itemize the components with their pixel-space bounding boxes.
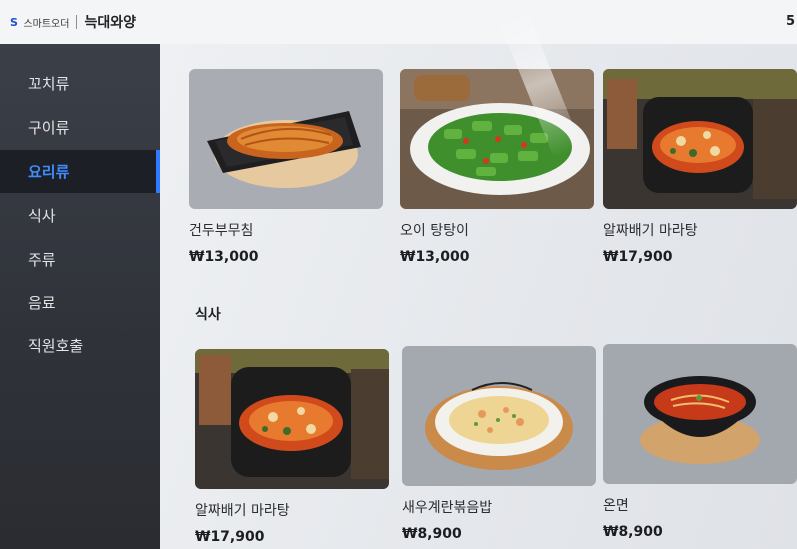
dish-photo (189, 69, 383, 209)
dish-name: 건두부무침 (189, 223, 254, 239)
dish-name: 알짜배기 마라탕 (603, 223, 698, 239)
dish-name: 새우계란볶음밥 (402, 500, 493, 516)
brand-logo: S (10, 15, 18, 29)
sidebar-item-drinks[interactable]: 음료 (0, 281, 160, 324)
category-sidebar: 꼬치류 구이류 요리류 식사 주류 음료 직원호출 (0, 44, 160, 549)
sidebar-item-meal[interactable]: 식사 (0, 194, 160, 237)
sidebar-item-label: 구이류 (28, 119, 70, 137)
dish-name: 알짜배기 마라탕 (195, 503, 290, 519)
store-name: 늑대와양 (84, 15, 136, 31)
menu-card[interactable]: 알짜배기 마라탕 ₩17,900 (195, 349, 389, 545)
menu-card[interactable]: 오이 탕탕이 ₩13,000 (400, 69, 594, 265)
header-right-text: 5 (785, 14, 795, 29)
dish-price: ₩13,000 (189, 249, 259, 265)
sidebar-item-label: 요리류 (28, 163, 70, 181)
menu-card[interactable]: 새우계란볶음밥 ₩8,900 (402, 346, 596, 542)
dish-price: ₩17,900 (603, 249, 673, 265)
kiosk-screen: S 스마트오더 늑대와양 5 꼬치류 구이류 요리류 식사 주류 음료 직원호출 (0, 0, 797, 549)
header-divider (76, 15, 78, 29)
dish-photo (400, 69, 594, 209)
sidebar-item-alcohol[interactable]: 주류 (0, 238, 160, 281)
sidebar-item-label: 직원호출 (28, 337, 84, 355)
section-title-meal: 식사 (195, 307, 221, 323)
menu-content: 건두부무침 ₩13,000 오이 탕탕이 ₩13,000 알짜배기 마라탕 ₩1… (160, 44, 797, 549)
sidebar-item-call-staff[interactable]: 직원호출 (0, 324, 160, 367)
sidebar-item-grill[interactable]: 구이류 (0, 106, 160, 149)
dish-photo (603, 344, 797, 484)
menu-card[interactable]: 알짜배기 마라탕 ₩17,900 (603, 69, 797, 265)
dish-photo (195, 349, 389, 489)
menu-card[interactable]: 온면 ₩8,900 (603, 344, 797, 540)
sidebar-item-label: 음료 (28, 294, 56, 312)
dish-price: ₩13,000 (400, 249, 470, 265)
dish-name: 온면 (603, 498, 629, 514)
dish-photo (603, 69, 797, 209)
sidebar-item-label: 주류 (28, 251, 56, 269)
app-header: S 스마트오더 늑대와양 5 (0, 0, 797, 44)
brand-label: 스마트오더 (23, 18, 70, 30)
sidebar-item-label: 꼬치류 (28, 75, 70, 93)
dish-price: ₩17,900 (195, 529, 265, 545)
menu-card[interactable]: 건두부무침 ₩13,000 (189, 69, 383, 265)
dish-price: ₩8,900 (402, 526, 462, 542)
sidebar-item-label: 식사 (28, 207, 56, 225)
dish-price: ₩8,900 (603, 524, 663, 540)
sidebar-item-dishes[interactable]: 요리류 (0, 150, 160, 193)
dish-name: 오이 탕탕이 (400, 223, 469, 239)
dish-photo (402, 346, 596, 486)
sidebar-item-skewers[interactable]: 꼬치류 (0, 62, 160, 105)
